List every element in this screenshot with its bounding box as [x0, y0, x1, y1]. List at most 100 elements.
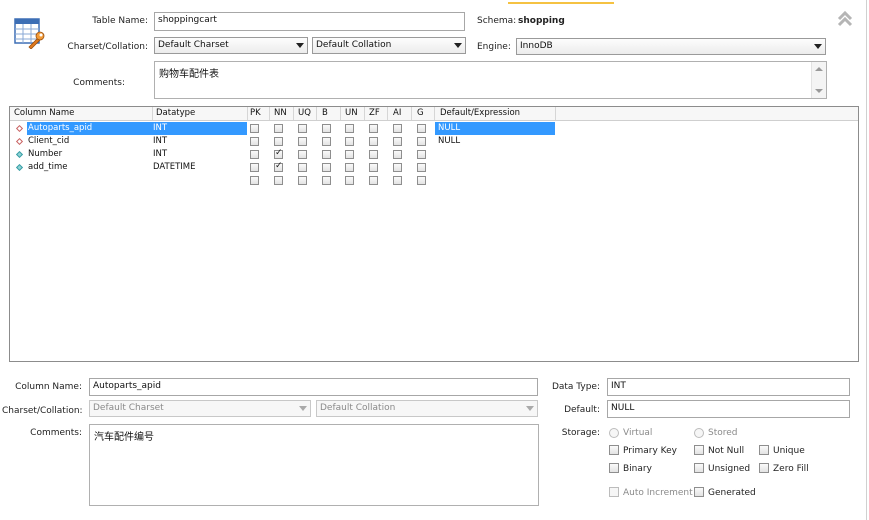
header-pk[interactable]: PK [250, 108, 261, 118]
flag-checkbox[interactable] [369, 176, 378, 185]
auto-increment-checkbox [609, 487, 619, 497]
unique-checkbox[interactable] [759, 445, 769, 455]
double-chevron-up-icon[interactable] [836, 10, 854, 28]
flag-checkbox[interactable] [298, 176, 307, 185]
column-collation-select: Default Collation [316, 400, 538, 417]
column-name-input[interactable]: Autoparts_apid [89, 378, 538, 396]
header-default-expression[interactable]: Default/Expression [440, 108, 520, 118]
comments-scrollbar[interactable] [811, 62, 826, 98]
header-column-name[interactable]: Column Name [14, 108, 74, 118]
virtual-radio [609, 428, 619, 438]
default-cell[interactable]: NULL [438, 136, 460, 146]
charset-collation-label: Charset/Collation: [67, 42, 148, 52]
flag-checkbox[interactable] [345, 124, 354, 133]
flag-checkbox[interactable] [274, 161, 283, 172]
flag-checkbox[interactable] [250, 176, 259, 185]
flag-checkbox[interactable] [250, 137, 259, 146]
unsigned-checkbox[interactable] [694, 463, 704, 473]
table-row[interactable]: Number INT [10, 148, 858, 161]
flag-checkbox[interactable] [322, 176, 331, 185]
flag-checkbox[interactable] [345, 176, 354, 185]
header-g[interactable]: G [417, 108, 424, 118]
column-collation-select-value: Default Collation [320, 403, 396, 413]
header-zf[interactable]: ZF [369, 108, 380, 118]
engine-select[interactable]: InnoDB [516, 38, 826, 55]
column-charset-select: Default Charset [89, 400, 311, 417]
flag-checkbox[interactable] [274, 148, 283, 159]
binary-label: Binary [623, 464, 652, 474]
table-row[interactable]: Client_cid INT NULL [10, 135, 858, 148]
datatype-cell[interactable]: INT [153, 123, 167, 133]
primary-key-label: Primary Key [623, 446, 677, 456]
datatype-cell[interactable]: INT [153, 136, 167, 146]
flag-checkbox[interactable] [417, 163, 426, 172]
table-row-new[interactable] [10, 174, 858, 187]
flag-checkbox[interactable] [393, 176, 402, 185]
flag-checkbox[interactable] [369, 124, 378, 133]
flag-checkbox[interactable] [274, 124, 283, 133]
generated-label: Generated [708, 488, 756, 498]
collation-select[interactable]: Default Collation [312, 37, 466, 54]
flag-checkbox[interactable] [298, 124, 307, 133]
header-ai[interactable]: AI [393, 108, 401, 118]
datatype-cell[interactable]: DATETIME [153, 162, 196, 172]
column-name-cell[interactable]: add_time [28, 162, 67, 172]
zero-fill-checkbox[interactable] [759, 463, 769, 473]
flag-checkbox[interactable] [298, 150, 307, 159]
header-datatype[interactable]: Datatype [156, 108, 195, 118]
datatype-cell[interactable]: INT [153, 149, 167, 159]
column-charset-collation-label: Charset/Collation: [2, 406, 83, 416]
flag-checkbox[interactable] [322, 137, 331, 146]
flag-checkbox[interactable] [417, 124, 426, 133]
flag-checkbox[interactable] [250, 124, 259, 133]
columns-grid[interactable]: Column Name Datatype PK NN UQ B UN ZF AI… [9, 106, 859, 362]
table-row[interactable]: Autoparts_apid INT NULL [10, 122, 858, 135]
table-row[interactable]: add_time DATETIME [10, 161, 858, 174]
default-input[interactable]: NULL [607, 400, 850, 418]
flag-checkbox[interactable] [322, 150, 331, 159]
flag-checkbox[interactable] [298, 137, 307, 146]
flag-checkbox[interactable] [417, 137, 426, 146]
chevron-down-icon [526, 406, 534, 411]
flag-checkbox[interactable] [369, 150, 378, 159]
auto-increment-label: Auto Increment [623, 488, 693, 498]
flag-checkbox[interactable] [345, 137, 354, 146]
not-null-checkbox[interactable] [694, 445, 704, 455]
flag-checkbox[interactable] [274, 137, 283, 146]
flag-checkbox[interactable] [393, 150, 402, 159]
column-name-cell[interactable]: Client_cid [28, 136, 69, 146]
flag-checkbox[interactable] [345, 163, 354, 172]
generated-checkbox[interactable] [694, 487, 704, 497]
header-b[interactable]: B [322, 108, 328, 118]
chevron-down-icon [299, 406, 307, 411]
primary-key-checkbox[interactable] [609, 445, 619, 455]
flag-checkbox[interactable] [417, 150, 426, 159]
flag-checkbox[interactable] [322, 163, 331, 172]
flag-checkbox[interactable] [250, 150, 259, 159]
data-type-input[interactable]: INT [607, 378, 850, 396]
flag-checkbox[interactable] [298, 163, 307, 172]
flag-checkbox[interactable] [417, 176, 426, 185]
column-name-cell[interactable]: Autoparts_apid [28, 123, 92, 133]
header-uq[interactable]: UQ [298, 108, 311, 118]
flag-checkbox[interactable] [250, 163, 259, 172]
flag-checkbox[interactable] [369, 137, 378, 146]
table-name-input[interactable]: shoppingcart [154, 12, 465, 31]
column-comments-textarea[interactable]: 汽车配件编号 [89, 424, 539, 506]
flag-checkbox[interactable] [393, 163, 402, 172]
default-cell[interactable]: NULL [438, 123, 460, 133]
charset-select[interactable]: Default Charset [154, 37, 308, 54]
binary-checkbox[interactable] [609, 463, 619, 473]
flag-checkbox[interactable] [393, 137, 402, 146]
grid-header: Column Name Datatype PK NN UQ B UN ZF AI… [10, 107, 858, 121]
column-name-label: Column Name: [15, 382, 82, 392]
flag-checkbox[interactable] [393, 124, 402, 133]
header-un[interactable]: UN [345, 108, 358, 118]
flag-checkbox[interactable] [345, 150, 354, 159]
header-nn[interactable]: NN [274, 108, 287, 118]
flag-checkbox[interactable] [369, 163, 378, 172]
column-name-cell[interactable]: Number [28, 149, 62, 159]
flag-checkbox[interactable] [322, 124, 331, 133]
flag-checkbox[interactable] [274, 176, 283, 185]
table-comments-textarea[interactable]: 购物车配件表 [154, 61, 827, 99]
